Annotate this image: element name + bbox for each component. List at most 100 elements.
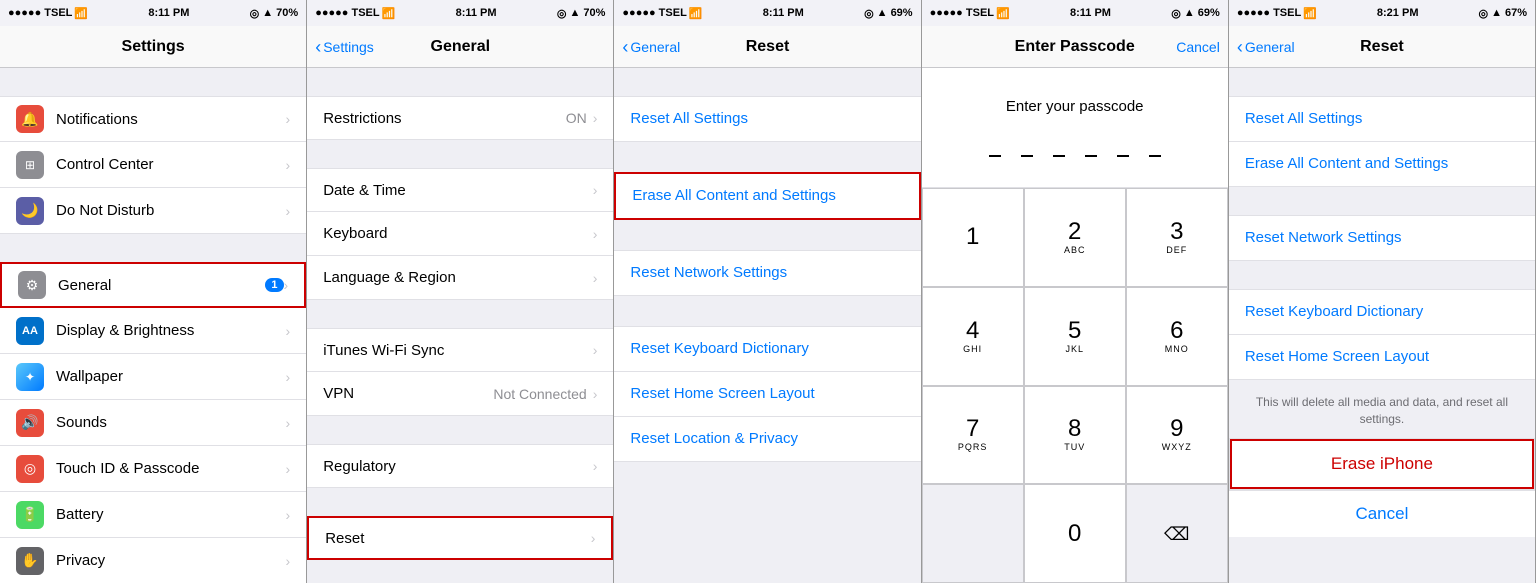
back-to-general-5[interactable]: ‹ General <box>1237 38 1295 56</box>
confirm-item-home[interactable]: Reset Home Screen Layout <box>1229 335 1535 380</box>
reset-spacer-1 <box>614 142 920 172</box>
letters-8: TUV <box>1064 442 1085 452</box>
reset-content: Reset All Settings Erase All Content and… <box>614 68 920 583</box>
settings-item-privacy[interactable]: ✋ Privacy › <box>0 538 306 583</box>
settings-item-general[interactable]: ⚙ General 1 › <box>0 262 306 308</box>
key-5[interactable]: 5 JKL <box>1024 287 1126 386</box>
digit-6: 6 <box>1170 319 1183 343</box>
wifi-icon-5: 📶 <box>1303 7 1317 20</box>
reset-item-home[interactable]: Reset Home Screen Layout <box>614 372 920 417</box>
chevron-keyboard: › <box>593 226 598 242</box>
key-3[interactable]: 3 DEF <box>1126 188 1228 287</box>
key-2[interactable]: 2 ABC <box>1024 188 1126 287</box>
carrier-4: ●●●●● TSEL <box>930 7 994 19</box>
nav-cancel-4[interactable]: Cancel <box>1176 39 1220 55</box>
settings-item-dnd[interactable]: 🌙 Do Not Disturb › <box>0 188 306 234</box>
battery-status-2: 70% <box>583 7 605 19</box>
status-left-4: ●●●●● TSEL 📶 <box>930 7 1010 20</box>
key-1[interactable]: 1 <box>922 188 1024 287</box>
settings-item-notifications[interactable]: 🔔 Notifications › <box>0 96 306 142</box>
chevron-regulatory: › <box>593 458 598 474</box>
time-4: 8:11 PM <box>1070 7 1111 19</box>
key-0[interactable]: 0 <box>1024 484 1126 583</box>
panel-settings: ●●●●● TSEL 📶 8:11 PM ◎ ▲ 70% Settings 🔔 … <box>0 0 307 583</box>
settings-item-wallpaper[interactable]: ✦ Wallpaper › <box>0 354 306 400</box>
nav-title-5: Reset <box>1360 38 1404 56</box>
reset-network-label: Reset Network Settings <box>630 264 787 281</box>
signal-2: ▲ <box>569 7 580 19</box>
confirm-spacer-2 <box>1229 261 1535 289</box>
key-8[interactable]: 8 TUV <box>1024 386 1126 485</box>
general-item-language[interactable]: Language & Region › <box>307 256 613 300</box>
key-6[interactable]: 6 MNO <box>1126 287 1228 386</box>
general-content: Restrictions ON › Date & Time › Keyboard… <box>307 68 613 583</box>
key-4[interactable]: 4 GHI <box>922 287 1024 386</box>
privacy-icon: ✋ <box>16 547 44 575</box>
settings-item-sounds[interactable]: 🔊 Sounds › <box>0 400 306 446</box>
reset-spacer-2 <box>614 220 920 250</box>
sounds-label: Sounds <box>56 414 286 431</box>
chevron-restrictions: › <box>593 110 598 126</box>
confirm-reset-all-label: Reset All Settings <box>1245 110 1363 127</box>
control-center-label: Control Center <box>56 156 286 173</box>
status-bar-1: ●●●●● TSEL 📶 8:11 PM ◎ ▲ 70% <box>0 0 306 26</box>
key-9[interactable]: 9 WXYZ <box>1126 386 1228 485</box>
general-item-vpn[interactable]: VPN Not Connected › <box>307 372 613 416</box>
reset-item-location[interactable]: Reset Location & Privacy <box>614 417 920 462</box>
back-arrow-2: ‹ <box>315 38 321 56</box>
confirm-item-erase-all[interactable]: Erase All Content and Settings <box>1229 142 1535 187</box>
back-to-general[interactable]: ‹ General <box>622 38 680 56</box>
general-separator-3 <box>307 416 613 444</box>
settings-item-display[interactable]: AA Display & Brightness › <box>0 308 306 354</box>
reset-item-keyboard[interactable]: Reset Keyboard Dictionary <box>614 326 920 372</box>
settings-item-touchid[interactable]: ◎ Touch ID & Passcode › <box>0 446 306 492</box>
dnd-icon: 🌙 <box>16 197 44 225</box>
key-7[interactable]: 7 PQRS <box>922 386 1024 485</box>
confirm-item-network[interactable]: Reset Network Settings <box>1229 215 1535 261</box>
location-3: ◎ <box>864 7 874 20</box>
location-icon-1: ◎ <box>250 7 260 20</box>
status-left-1: ●●●●● TSEL 📶 <box>8 7 88 20</box>
wifi-icon-2: 📶 <box>382 7 396 20</box>
general-item-keyboard[interactable]: Keyboard › <box>307 212 613 256</box>
erase-warning-text: This will delete all media and data, and… <box>1229 380 1535 438</box>
erase-iphone-button[interactable]: Erase iPhone <box>1230 439 1534 489</box>
nav-title-2: General <box>431 38 491 56</box>
general-label: General <box>58 277 259 294</box>
numpad: 1 2 ABC 3 DEF 4 GHI 5 JKL 6 MNO <box>922 188 1228 583</box>
letters-9: WXYZ <box>1162 442 1192 452</box>
digit-4: 4 <box>966 319 979 343</box>
nav-bar-5: ‹ General Reset <box>1229 26 1535 68</box>
general-item-restrictions[interactable]: Restrictions ON › <box>307 96 613 140</box>
confirm-home-label: Reset Home Screen Layout <box>1245 348 1429 365</box>
key-delete[interactable]: ⌫ <box>1126 484 1228 583</box>
settings-item-control-center[interactable]: ⊞ Control Center › <box>0 142 306 188</box>
reset-all-settings-label: Reset All Settings <box>630 110 748 127</box>
back-label-3: General <box>630 39 680 55</box>
general-item-reset[interactable]: Reset › <box>307 516 613 560</box>
general-item-regulatory[interactable]: Regulatory › <box>307 444 613 488</box>
confirm-item-keyboard[interactable]: Reset Keyboard Dictionary <box>1229 289 1535 335</box>
settings-item-battery[interactable]: 🔋 Battery › <box>0 492 306 538</box>
separator-2 <box>0 234 306 262</box>
back-to-settings[interactable]: ‹ Settings <box>315 38 374 56</box>
reset-item-network[interactable]: Reset Network Settings <box>614 250 920 296</box>
dot-2 <box>1021 145 1033 157</box>
general-item-itunes[interactable]: iTunes Wi-Fi Sync › <box>307 328 613 372</box>
general-item-datetime[interactable]: Date & Time › <box>307 168 613 212</box>
reset-item-erase-all[interactable]: Erase All Content and Settings <box>614 172 920 220</box>
reset-item-all-settings[interactable]: Reset All Settings <box>614 96 920 142</box>
chevron-privacy: › <box>286 553 291 569</box>
cancel-erase-button[interactable]: Cancel <box>1229 490 1535 537</box>
letters-7: PQRS <box>958 442 988 452</box>
general-icon: ⚙ <box>18 271 46 299</box>
regulatory-label: Regulatory <box>323 458 593 475</box>
dnd-label: Do Not Disturb <box>56 202 286 219</box>
chevron-touchid: › <box>286 461 291 477</box>
display-label: Display & Brightness <box>56 322 286 339</box>
confirm-item-all-settings[interactable]: Reset All Settings <box>1229 96 1535 142</box>
carrier-5: ●●●●● TSEL <box>1237 7 1301 19</box>
nav-bar-3: ‹ General Reset <box>614 26 920 68</box>
notifications-icon: 🔔 <box>16 105 44 133</box>
signal-3: ▲ <box>877 7 888 19</box>
